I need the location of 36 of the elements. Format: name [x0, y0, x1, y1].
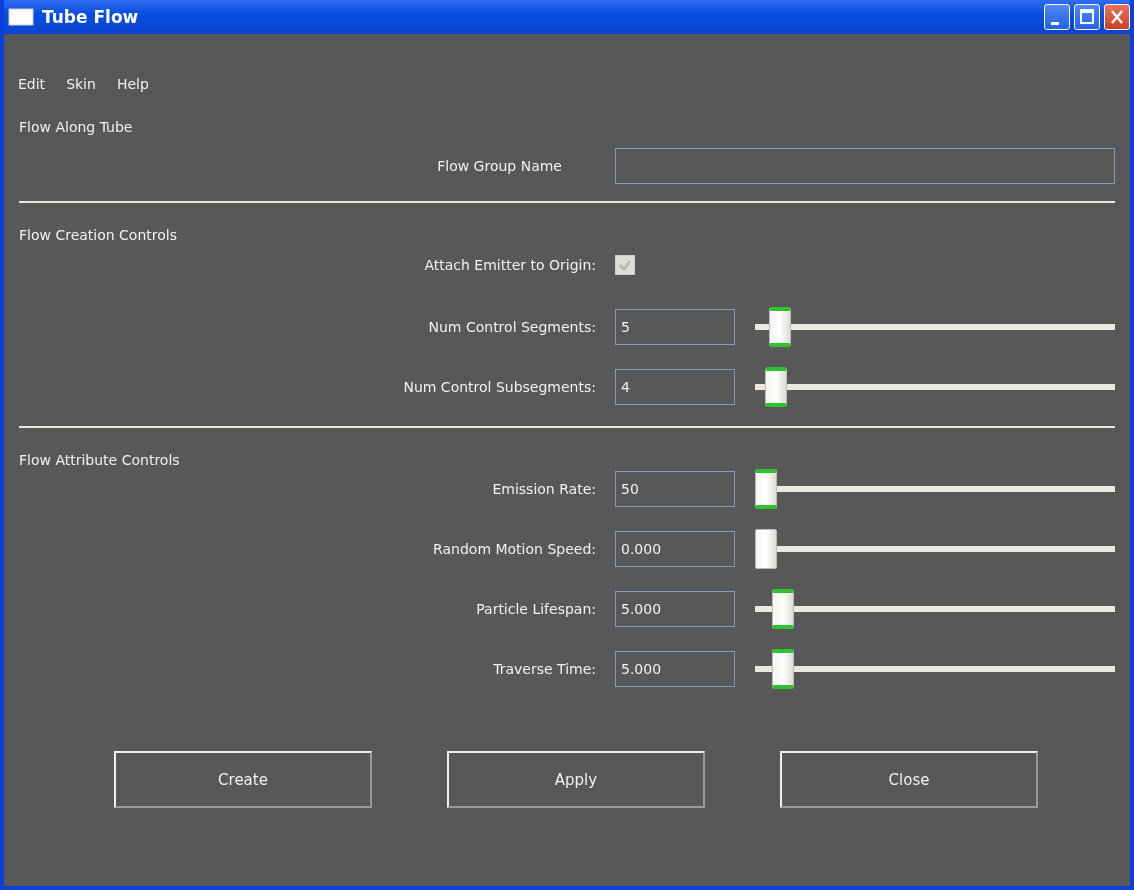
dialog-button[interactable]: Apply: [447, 751, 705, 808]
input-field[interactable]: 5.000: [615, 591, 735, 627]
field-label: Attach Emitter to Origin:: [423, 257, 597, 273]
section-title: Flow Creation Controls: [18, 226, 178, 245]
minimize-icon: [1051, 21, 1059, 25]
slider-thumb[interactable]: [765, 367, 788, 407]
menu-item[interactable]: Help: [116, 76, 149, 92]
field-label: Num Control Segments:: [427, 319, 597, 335]
close-button[interactable]: [1104, 4, 1130, 30]
slider-thumb[interactable]: [755, 529, 777, 569]
input-field[interactable]: 5: [615, 309, 735, 345]
slider-thumb[interactable]: [771, 589, 794, 629]
slider-thumb[interactable]: [755, 469, 777, 509]
section-title: Flow Attribute Controls: [18, 451, 181, 470]
section-title: Flow Along Tube: [18, 118, 134, 137]
field-label: Emission Rate:: [491, 481, 597, 497]
minimize-button[interactable]: [1044, 4, 1070, 30]
slider-thumb[interactable]: [768, 307, 791, 347]
input-field[interactable]: [615, 148, 1115, 184]
field-label: Num Control Subsegments:: [402, 379, 597, 395]
dialog-button[interactable]: Create: [114, 751, 372, 808]
field-label: Traverse Time:: [492, 661, 597, 677]
slider-thumb[interactable]: [771, 649, 794, 689]
window-title: Tube Flow: [42, 7, 139, 27]
window-icon: [8, 7, 34, 27]
field-label: Flow Group Name: [436, 158, 563, 174]
field-label: Random Motion Speed:: [432, 541, 597, 557]
field-label: Particle Lifespan:: [475, 601, 597, 617]
input-field[interactable]: 0.000: [615, 531, 735, 567]
dialog-button[interactable]: Close: [780, 751, 1038, 808]
input-field[interactable]: 5.000: [615, 651, 735, 687]
input-field[interactable]: 4: [615, 369, 735, 405]
menu-item[interactable]: Edit: [18, 76, 46, 92]
input-field[interactable]: 50: [615, 471, 735, 507]
maximize-button[interactable]: [1074, 4, 1100, 30]
menu-item[interactable]: Skin: [66, 76, 96, 92]
